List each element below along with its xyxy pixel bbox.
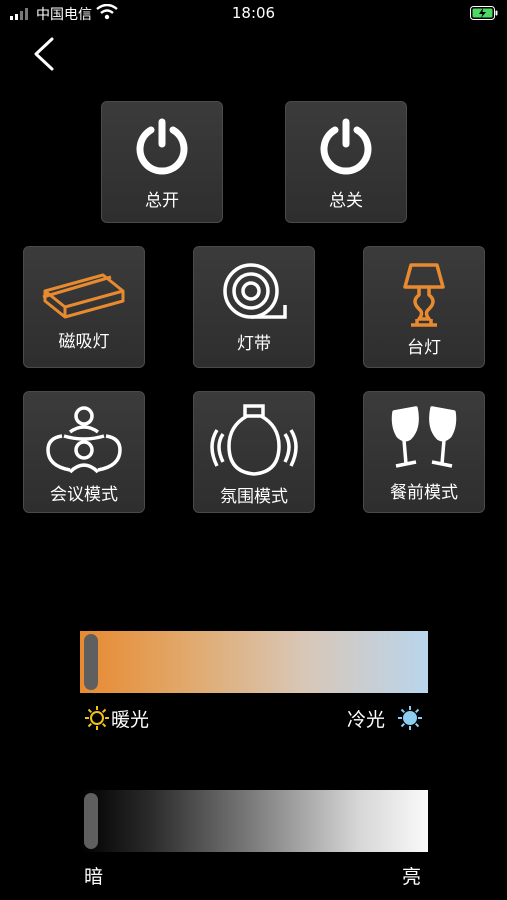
ambience-mode-button[interactable]: 氛围模式: [193, 391, 315, 513]
battery-charging-icon: [470, 6, 498, 20]
cool-sun-icon: [398, 706, 422, 730]
magnetic-track-light-icon: [42, 273, 125, 319]
warm-label: 暖光: [111, 709, 150, 731]
light-strip-reel-icon: [223, 263, 287, 319]
bright-label: 亮: [402, 866, 422, 888]
brightness-slider-thumb[interactable]: [84, 793, 98, 849]
meeting-mode-button[interactable]: 会议模式: [23, 391, 145, 513]
color-temperature-slider[interactable]: [80, 631, 428, 693]
light-strip-button[interactable]: 灯带: [193, 246, 315, 368]
meeting-people-icon: [46, 406, 122, 474]
power-icon: [136, 118, 188, 175]
all-on-label: 总开: [145, 191, 179, 211]
color-temperature-slider-thumb[interactable]: [84, 634, 98, 690]
status-bar: 中国电信 18:06: [0, 0, 507, 28]
table-lamp-icon: [403, 263, 445, 327]
desk-lamp-button[interactable]: 台灯: [363, 246, 485, 368]
all-off-label: 总关: [329, 191, 363, 211]
magnetic-light-label: 磁吸灯: [58, 332, 110, 352]
brightness-slider[interactable]: [80, 790, 428, 852]
desk-lamp-label: 台灯: [407, 338, 441, 358]
magnetic-light-button[interactable]: 磁吸灯: [23, 246, 145, 368]
dining-mode-label: 餐前模式: [390, 483, 458, 503]
power-icon: [320, 118, 372, 175]
champagne-glasses-icon: [391, 406, 457, 468]
meeting-mode-label: 会议模式: [50, 485, 118, 505]
all-on-button[interactable]: 总开: [101, 101, 223, 223]
cool-label: 冷光: [347, 709, 386, 731]
back-chevron-icon[interactable]: [30, 36, 56, 72]
dining-mode-button[interactable]: 餐前模式: [363, 391, 485, 513]
all-off-button[interactable]: 总关: [285, 101, 407, 223]
status-time: 18:06: [231, 4, 276, 22]
light-strip-label: 灯带: [237, 334, 271, 354]
warm-sun-icon: [85, 706, 109, 730]
light-bulb-glow-icon: [210, 404, 298, 476]
ambience-mode-label: 氛围模式: [220, 487, 288, 507]
dark-label: 暗: [84, 866, 104, 888]
